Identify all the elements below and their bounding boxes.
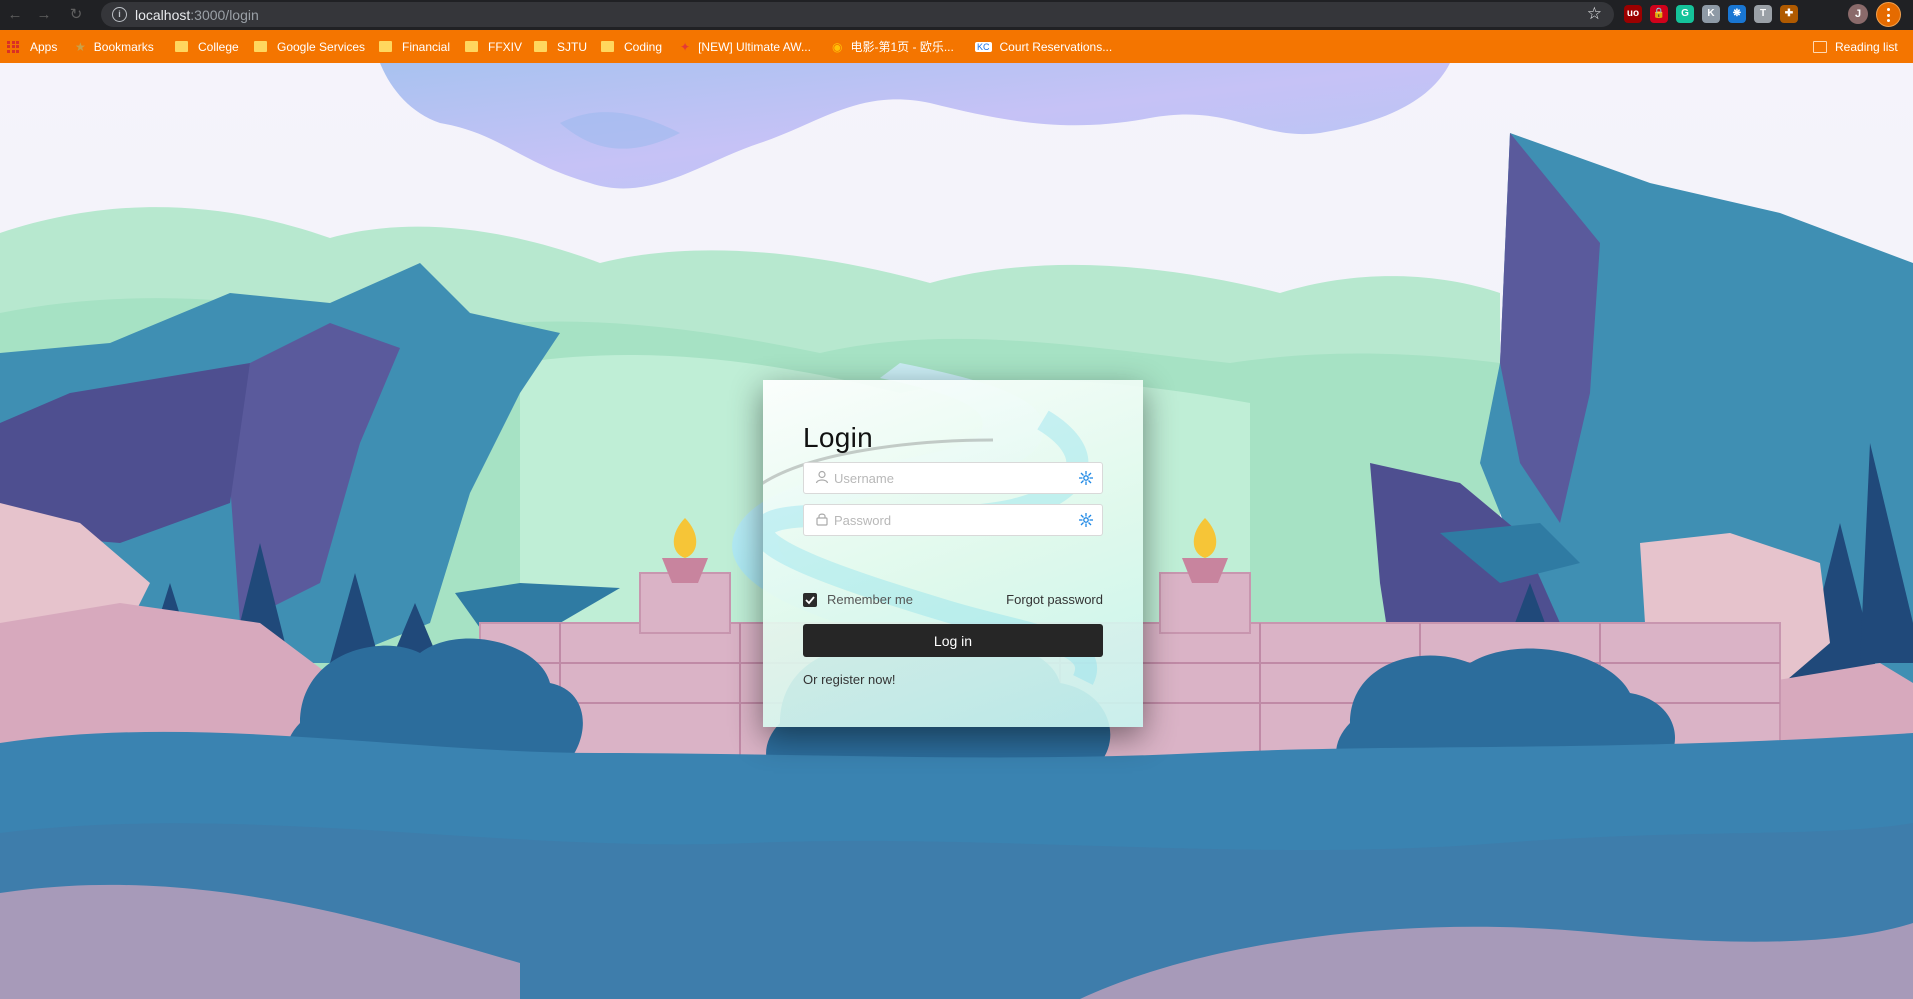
bookmark-folder-financial[interactable]: Financial bbox=[379, 38, 450, 55]
apps-grid-icon bbox=[7, 40, 19, 53]
page-title: Login bbox=[803, 422, 874, 453]
register-prompt: Or register now! bbox=[803, 672, 895, 687]
bookmark-bookmarks[interactable]: ★ Bookmarks bbox=[75, 38, 154, 55]
reading-list-icon bbox=[1813, 40, 1827, 53]
bookmark-court-reservations[interactable]: KC Court Reservations... bbox=[975, 38, 1112, 55]
folder-icon bbox=[175, 41, 188, 52]
login-button[interactable]: Log in bbox=[803, 624, 1103, 657]
bookmark-movies[interactable]: ◉ 电影-第1页 - 欧乐... bbox=[832, 38, 954, 55]
password-input[interactable] bbox=[834, 505, 1064, 535]
bookmark-folder-google-services[interactable]: Google Services bbox=[254, 38, 365, 55]
bookmark-folder-ffxiv[interactable]: FFXIV bbox=[465, 38, 522, 55]
checkmark-icon bbox=[805, 595, 815, 604]
register-prefix: Or bbox=[803, 672, 822, 687]
browser-toolbar: ← → ↻ i localhost:3000/login ☆ uo 🔒 G K ❋ T ✚ … bbox=[0, 0, 1913, 30]
ublock-origin-icon[interactable]: uo bbox=[1624, 5, 1642, 23]
lock-icon bbox=[816, 513, 828, 526]
address-bar[interactable]: i localhost:3000/login ☆ bbox=[101, 2, 1614, 27]
reading-list[interactable]: Reading list bbox=[1813, 38, 1898, 55]
register-link[interactable]: register now! bbox=[821, 672, 895, 687]
forward-arrow-icon[interactable]: → bbox=[33, 4, 55, 26]
folder-icon bbox=[465, 41, 478, 52]
url-text[interactable]: localhost:3000/login bbox=[135, 7, 259, 23]
remember-label: Remember me bbox=[827, 592, 913, 607]
back-arrow-icon[interactable]: ← bbox=[4, 4, 26, 26]
bookmark-folder-coding[interactable]: Coding bbox=[601, 38, 662, 55]
site-favicon-icon: ✦ bbox=[680, 39, 691, 54]
password-manager-icon[interactable] bbox=[1078, 470, 1094, 486]
user-icon bbox=[815, 470, 829, 484]
browser-menu-icon[interactable] bbox=[1876, 2, 1901, 27]
bookmark-ultimate-aw[interactable]: ✦ [NEW] Ultimate AW... bbox=[680, 38, 811, 55]
image-extension-icon[interactable]: K bbox=[1702, 5, 1720, 23]
folder-icon bbox=[534, 41, 547, 52]
snowflake-extension-icon[interactable]: ❋ bbox=[1728, 5, 1746, 23]
grammarly-icon[interactable]: G bbox=[1676, 5, 1694, 23]
folder-icon bbox=[379, 41, 392, 52]
username-field[interactable] bbox=[803, 462, 1103, 494]
lock-extension-icon[interactable]: 🔒 bbox=[1650, 5, 1668, 23]
login-card: Login Username Remember me Forgot passwo… bbox=[763, 380, 1143, 727]
username-input[interactable] bbox=[834, 463, 1064, 493]
star-icon: ★ bbox=[75, 39, 86, 54]
folder-icon bbox=[601, 41, 614, 52]
bookmark-folder-sjtu[interactable]: SJTU bbox=[534, 38, 587, 55]
translate-extension-icon[interactable]: T bbox=[1754, 5, 1772, 23]
password-field[interactable] bbox=[803, 504, 1103, 536]
forgot-password-link[interactable]: Forgot password bbox=[1006, 592, 1103, 607]
profile-avatar[interactable]: J bbox=[1848, 4, 1868, 24]
password-manager-icon[interactable] bbox=[1078, 512, 1094, 528]
bookmark-folder-college[interactable]: College bbox=[175, 38, 239, 55]
reload-icon[interactable]: ↻ bbox=[65, 4, 87, 26]
folder-icon bbox=[254, 41, 267, 52]
bookmark-star-icon[interactable]: ☆ bbox=[1587, 4, 1602, 24]
bookmark-apps[interactable]: Apps bbox=[7, 38, 57, 55]
remember-checkbox[interactable] bbox=[803, 592, 817, 607]
site-info-icon[interactable]: i bbox=[112, 7, 127, 22]
bookmarks-bar: Apps ★ Bookmarks College Google Services… bbox=[0, 30, 1913, 63]
site-favicon-icon: ◉ bbox=[832, 39, 843, 54]
puzzle-extensions-icon[interactable]: ✚ bbox=[1780, 5, 1798, 23]
remember-me[interactable]: Remember me bbox=[803, 592, 913, 607]
site-favicon-icon: KC bbox=[975, 41, 992, 52]
